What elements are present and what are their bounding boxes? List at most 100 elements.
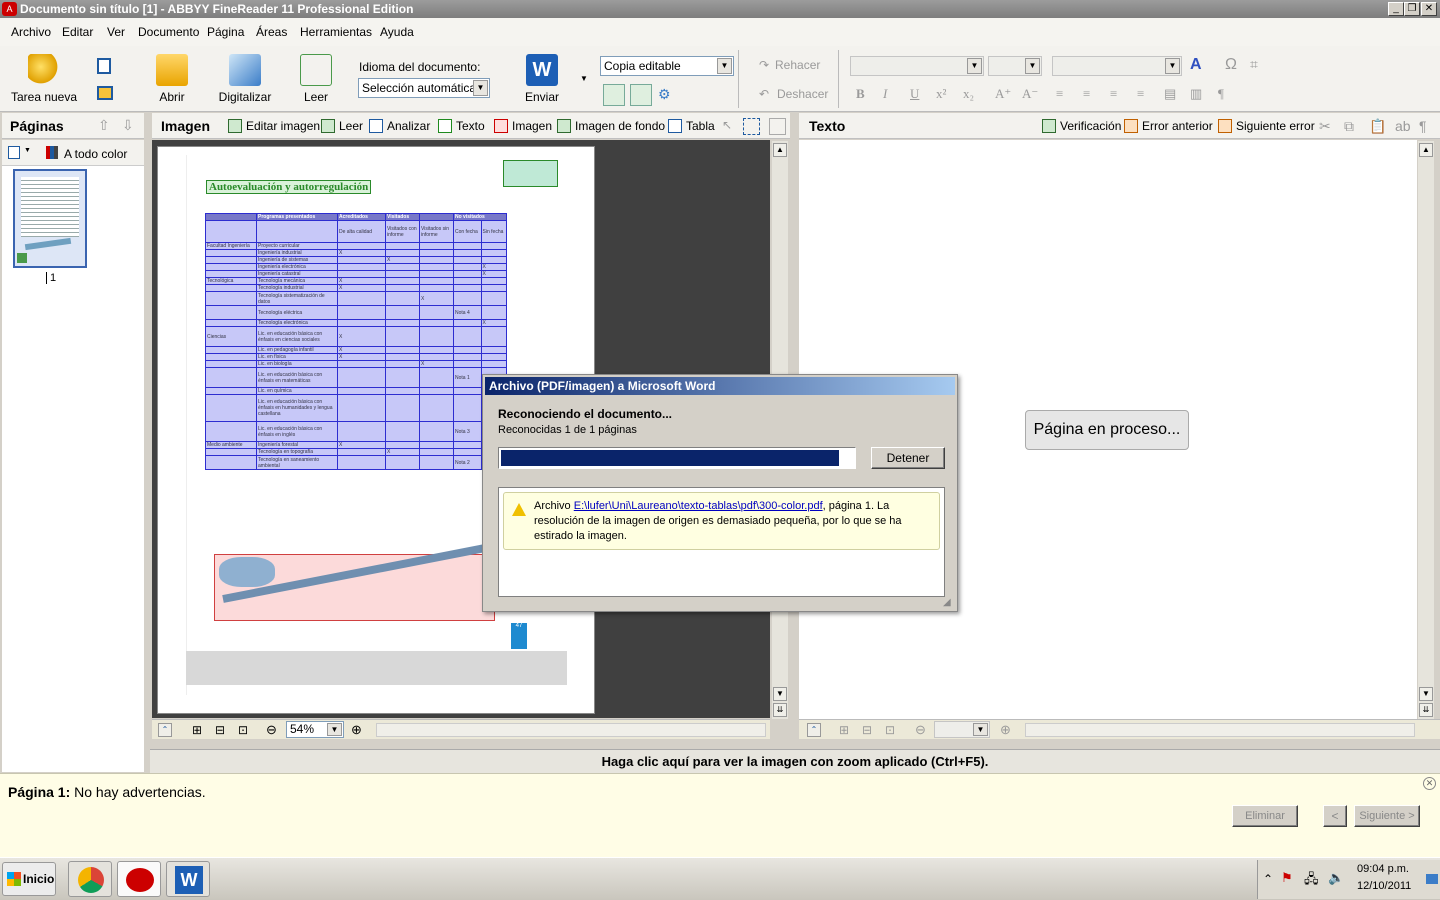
subscript-icon[interactable]: x₂ xyxy=(963,86,974,102)
zoom-in-icon[interactable]: ⊕ xyxy=(351,722,362,738)
zoom-tip[interactable]: Haga clic aquí para ver la imagen con zo… xyxy=(150,749,1440,773)
fit-width-icon[interactable]: ⊟ xyxy=(862,723,872,737)
scroll-down-icon[interactable]: ▼ xyxy=(1419,687,1433,701)
scroll-end-icon[interactable]: ⇊ xyxy=(1419,703,1433,717)
menu-ayuda[interactable]: Ayuda xyxy=(380,25,414,39)
pointer-icon[interactable]: ↖ xyxy=(722,118,732,132)
send-dropdown-icon[interactable]: ▼ xyxy=(580,74,588,83)
page-thumbnail[interactable] xyxy=(13,169,87,268)
h-scrollbar[interactable] xyxy=(1025,723,1415,737)
taskbar-word[interactable]: W xyxy=(166,861,210,897)
image-view-icon[interactable] xyxy=(603,84,625,106)
wrench-icon[interactable]: ⚙ xyxy=(658,86,674,102)
move-up-icon[interactable]: ⇧ xyxy=(98,117,110,134)
zoom-out-icon[interactable]: ⊖ xyxy=(266,722,277,738)
color-mode-icon[interactable] xyxy=(46,146,58,159)
bold-icon[interactable]: B xyxy=(856,86,865,102)
paste-icon[interactable]: 📋 xyxy=(1369,118,1386,135)
menu-archivo[interactable]: Archivo xyxy=(11,25,51,39)
page-folder-icon[interactable] xyxy=(97,86,113,100)
underline-icon[interactable]: U xyxy=(910,86,919,102)
font-size-select[interactable]: ▼ xyxy=(988,56,1042,76)
prev-warning-button[interactable]: < xyxy=(1323,805,1347,827)
menu-ver[interactable]: Ver xyxy=(107,25,125,39)
edit-image-button[interactable]: Editar imagen xyxy=(228,119,320,133)
fit-width-icon[interactable]: ⊟ xyxy=(215,723,225,737)
collapse-icon[interactable]: ⌃ xyxy=(807,723,821,737)
fit-height-icon[interactable]: ⊡ xyxy=(238,723,248,737)
text-zoom-select[interactable]: ▼ xyxy=(934,721,990,738)
taskbar-finereader[interactable] xyxy=(117,861,161,897)
scan-button[interactable]: Digitalizar xyxy=(218,54,272,104)
close-icon[interactable]: ✕ xyxy=(1423,777,1436,790)
color-mode-label[interactable]: A todo color xyxy=(64,147,127,161)
italic-icon[interactable]: I xyxy=(883,86,887,102)
resize-grip-icon[interactable]: ◢ xyxy=(943,597,951,608)
taskbar-chrome[interactable] xyxy=(68,861,112,897)
undo-icon[interactable]: ↶ xyxy=(759,87,769,101)
network-icon[interactable]: 🖧 xyxy=(1304,870,1319,892)
open-button[interactable]: Abrir xyxy=(150,54,194,104)
fit-page-icon[interactable]: ⊞ xyxy=(192,723,202,737)
show-hidden-icons[interactable]: ⌃ xyxy=(1263,872,1273,886)
next-error-button[interactable]: Siguiente error xyxy=(1218,119,1315,133)
superscript-icon[interactable]: x² xyxy=(936,86,946,102)
send-button[interactable]: W Enviar xyxy=(522,54,562,104)
background-area-button[interactable]: Imagen de fondo xyxy=(557,119,665,133)
scroll-end-icon[interactable]: ⇊ xyxy=(773,703,787,717)
h-scrollbar[interactable] xyxy=(376,723,766,737)
restore-button[interactable]: ❐ xyxy=(1404,2,1420,16)
align-left-icon[interactable]: ≡ xyxy=(1056,86,1063,102)
image-area-button[interactable]: Imagen xyxy=(494,119,552,133)
scroll-down-icon[interactable]: ▼ xyxy=(773,687,787,701)
action-center-icon[interactable]: ⚑ xyxy=(1281,870,1293,886)
delete-button[interactable]: Eliminar xyxy=(1232,805,1298,827)
redo-label[interactable]: Rehacer xyxy=(775,58,820,72)
undo-label[interactable]: Deshacer xyxy=(777,87,828,101)
copy-page-icon[interactable] xyxy=(97,58,111,74)
scroll-up-icon[interactable]: ▲ xyxy=(1419,143,1433,157)
text-area-button[interactable]: Texto xyxy=(438,119,485,133)
menu-pagina[interactable]: Página xyxy=(207,25,244,39)
fit-height-icon[interactable]: ⊡ xyxy=(885,723,895,737)
menu-herramientas[interactable]: Herramientas xyxy=(300,25,372,39)
font-color-icon[interactable]: A xyxy=(1190,56,1202,74)
move-down-icon[interactable]: ⇩ xyxy=(122,117,134,134)
start-button[interactable]: Inicio xyxy=(2,862,56,896)
show-desktop-button[interactable] xyxy=(1426,874,1438,884)
select-area-icon[interactable] xyxy=(743,118,760,135)
close-button[interactable]: ✕ xyxy=(1421,2,1437,16)
spellcheck-icon[interactable]: ab xyxy=(1395,118,1411,134)
spacing-icon[interactable]: ▤ xyxy=(1164,86,1176,102)
copy-mode-select[interactable]: Copia editable ▼ xyxy=(600,56,734,76)
shrink-font-icon[interactable]: A⁻ xyxy=(1022,86,1038,102)
stop-button[interactable]: Detener xyxy=(871,447,945,469)
scroll-up-icon[interactable]: ▲ xyxy=(773,143,787,157)
justify-icon[interactable]: ≡ xyxy=(1137,86,1144,102)
zoom-out-icon[interactable]: ⊖ xyxy=(915,722,926,738)
omega-icon[interactable]: Ω xyxy=(1225,56,1237,74)
redo-icon[interactable]: ↷ xyxy=(759,58,769,72)
read-area-button[interactable]: Leer xyxy=(321,119,363,133)
indent-icon[interactable]: ▥ xyxy=(1190,86,1202,102)
insert-icon[interactable]: ⌗ xyxy=(1250,56,1258,73)
menu-editar[interactable]: Editar xyxy=(62,25,93,39)
app-icon[interactable]: A xyxy=(2,2,17,16)
next-warning-button[interactable]: Siguiente > xyxy=(1354,805,1420,827)
menu-documento[interactable]: Documento xyxy=(138,25,199,39)
align-center-icon[interactable]: ≡ xyxy=(1083,86,1090,102)
align-right-icon[interactable]: ≡ xyxy=(1110,86,1117,102)
verify-button[interactable]: Verificación xyxy=(1042,119,1121,133)
doc-lang-select[interactable]: Selección automática ▼ xyxy=(358,78,490,98)
pilcrow-icon[interactable]: ¶ xyxy=(1419,118,1427,134)
new-task-button[interactable]: Tarea nueva xyxy=(10,54,78,104)
clock-time[interactable]: 09:04 p.m. xyxy=(1357,863,1409,875)
prev-error-button[interactable]: Error anterior xyxy=(1124,119,1213,133)
page-view-icon[interactable] xyxy=(8,146,20,159)
fit-page-icon[interactable]: ⊞ xyxy=(839,723,849,737)
zoom-select[interactable]: 54% ▼ xyxy=(286,721,344,738)
cut-icon[interactable]: ✂ xyxy=(1319,118,1331,135)
chevron-down-icon[interactable]: ▼ xyxy=(24,147,31,154)
page-number-region[interactable]: 47 xyxy=(511,623,527,649)
zoom-in-icon[interactable]: ⊕ xyxy=(1000,722,1011,738)
